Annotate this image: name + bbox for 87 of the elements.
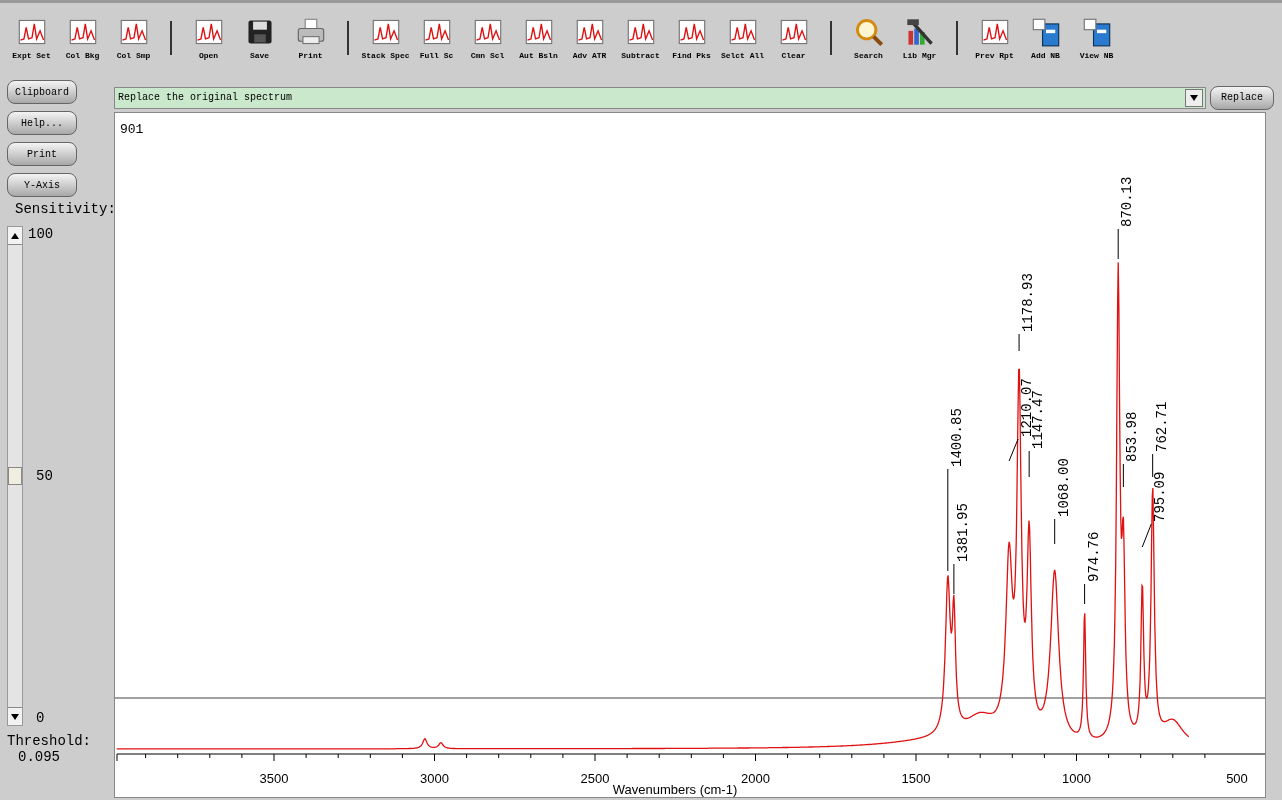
toolbar-button[interactable]: Print [285, 17, 336, 60]
action-dropdown[interactable]: Replace the original spectrum [114, 86, 1206, 109]
leader-line [1122, 463, 1124, 488]
axis-tick-label: 3500 [259, 771, 289, 786]
slider-track[interactable] [7, 226, 23, 726]
chart-icon [67, 17, 98, 47]
scale-label: 0 [36, 710, 46, 726]
scale-label: 50 [36, 468, 54, 484]
toolbar-button[interactable]: Subtract [615, 17, 666, 60]
chart-icon [523, 17, 554, 47]
toolbar-button[interactable]: Selct All [717, 17, 768, 60]
spectrum-title: 901 [120, 122, 144, 137]
toolbar-button[interactable]: Stack Spec [360, 17, 411, 60]
chart-icon [676, 17, 707, 47]
search-icon [853, 17, 884, 47]
chart-icon [778, 17, 809, 47]
leader-line [1152, 453, 1154, 478]
leader-line [1028, 450, 1030, 478]
chart-icon [625, 17, 656, 47]
toolbar-button[interactable]: Search [843, 17, 894, 60]
scroll-up-button[interactable] [8, 227, 22, 245]
peak-label: 870.13 [1119, 176, 1136, 227]
toolbar-button[interactable]: Find Pks [666, 17, 717, 60]
sensitivity-label: Sensitivity: [15, 201, 116, 217]
side-button[interactable]: Clipboard [7, 80, 77, 104]
chart-icon [472, 17, 503, 47]
leader-line [1084, 583, 1086, 605]
toolbar-button[interactable]: Expt Set [6, 17, 57, 60]
toolbar-button[interactable]: Col Smp [108, 17, 159, 60]
axis-tick-label: 1000 [1062, 771, 1091, 786]
side-button[interactable]: Y-Axis [7, 173, 77, 197]
peak-label: 1068.00 [1055, 458, 1072, 517]
axis-tick-label: 500 [1226, 771, 1248, 786]
scroll-down-button[interactable] [8, 707, 22, 725]
leader-line [953, 563, 955, 595]
toolbar-button[interactable]: Aut Bsln [513, 17, 564, 60]
printer-icon [295, 17, 326, 47]
caret-icon [1190, 94, 1198, 101]
axis-tick-label: 1500 [901, 771, 931, 786]
leader-line [1141, 523, 1152, 548]
chart-icon [118, 17, 149, 47]
axis-tick-label: 2000 [741, 771, 770, 786]
axis-tick-label: 3000 [420, 771, 449, 786]
up-arrow-icon [11, 232, 19, 239]
chart-icon [370, 17, 401, 47]
toolbar-button[interactable]: Clear [768, 17, 819, 60]
scale-label: 100 [28, 226, 54, 242]
peak-label: 1381.95 [954, 503, 971, 562]
chart-icon [421, 17, 452, 47]
leader-line [1117, 228, 1119, 260]
toolbar-button[interactable]: Lib Mgr [894, 17, 945, 60]
replace-button[interactable]: Replace [1210, 85, 1274, 110]
toolbar-button[interactable]: Save [234, 17, 285, 60]
toolbar-button[interactable]: Open [183, 17, 234, 60]
hammer-icon [904, 17, 935, 47]
axis-tick-label: 2500 [580, 771, 610, 786]
toolbar-button[interactable]: Full Sc [411, 17, 462, 60]
peak-label: 974.76 [1085, 531, 1102, 582]
side-button[interactable]: Print [7, 142, 77, 166]
leader-line [1018, 333, 1020, 352]
toolbar-button[interactable]: Prev Rpt [969, 17, 1020, 60]
peak-label: 762.71 [1153, 401, 1170, 452]
dropdown-button[interactable] [1185, 88, 1203, 107]
notebook-icon [1081, 17, 1112, 47]
peak-label: 1400.85 [948, 408, 965, 467]
down-arrow-icon [11, 713, 19, 720]
toolbar-button[interactable]: Col Bkg [57, 17, 108, 60]
axis-title: Wavenumbers (cm-1) [612, 782, 738, 797]
chart-icon [574, 17, 605, 47]
peak-label: 795.09 [1152, 471, 1169, 522]
toolbar-button[interactable]: Add NB [1020, 17, 1071, 60]
peak-label: 1178.93 [1020, 273, 1037, 332]
toolbar-button[interactable]: Adv ATR [564, 17, 615, 60]
peak-label: 853.98 [1124, 411, 1141, 462]
chart-icon [16, 17, 47, 47]
threshold-label: Threshold: [7, 733, 91, 749]
chart-icon [979, 17, 1010, 47]
toolbar-button[interactable]: View NB [1071, 17, 1122, 60]
side-button[interactable]: Help... [7, 111, 77, 135]
slider-thumb[interactable] [8, 467, 22, 485]
threshold-value: 0.095 [18, 749, 60, 765]
toolbar-button[interactable]: Cmn Scl [462, 17, 513, 60]
chart-icon [193, 17, 224, 47]
leader-line [1008, 438, 1019, 462]
leader-line [1054, 518, 1056, 545]
notebook-icon [1030, 17, 1061, 47]
chart-icon [727, 17, 758, 47]
